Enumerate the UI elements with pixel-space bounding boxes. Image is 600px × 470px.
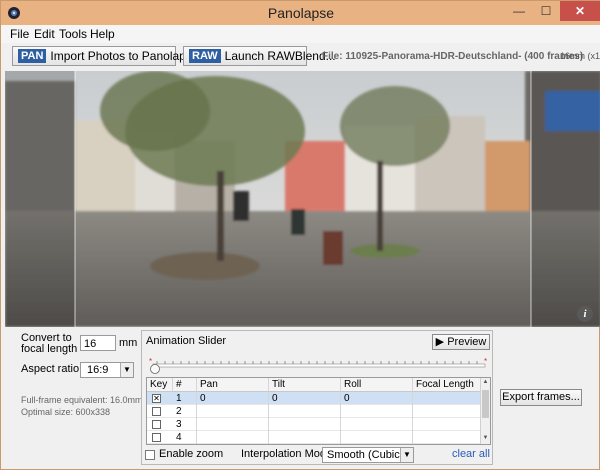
menu-tools[interactable]: Tools	[59, 27, 87, 41]
launch-rawblend-label: Launch RAWBlend...	[224, 49, 336, 63]
panorama-viewer[interactable]: i	[5, 71, 600, 327]
key-checkbox[interactable]	[152, 407, 161, 416]
table-scrollbar[interactable]: ▲ ▼	[480, 378, 490, 444]
keyframe-table: Key # Pan Tilt Roll Focal Length ✕ 1 0 0…	[146, 377, 491, 445]
title-bar[interactable]: Panolapse — ☐ ✕	[1, 1, 600, 25]
maximize-button[interactable]: ☐	[533, 1, 559, 21]
table-row[interactable]: ✕ 1 0 0 0	[147, 392, 482, 406]
row-pan[interactable]: 0	[197, 392, 269, 406]
aspect-ratio-select[interactable]: 16:9 ▼	[80, 362, 134, 378]
row-pan[interactable]	[197, 405, 269, 419]
row-tilt[interactable]	[269, 418, 341, 432]
row-number: 3	[173, 418, 197, 432]
row-pan[interactable]	[197, 418, 269, 432]
key-checkbox[interactable]	[152, 433, 161, 442]
launch-rawblend-button[interactable]: RAW Launch RAWBlend...	[183, 46, 336, 66]
import-photos-button[interactable]: PAN Import Photos to Panolapse...	[12, 46, 209, 66]
row-focal[interactable]	[413, 392, 482, 406]
table-row[interactable]: 2	[147, 405, 482, 419]
col-key[interactable]: Key	[147, 378, 173, 392]
enable-zoom-checkbox[interactable]	[145, 450, 155, 460]
row-number: 4	[173, 431, 197, 444]
col-roll[interactable]: Roll	[341, 378, 413, 392]
row-roll[interactable]	[341, 405, 413, 419]
focal-unit-label: mm	[119, 337, 138, 349]
fullframe-equivalent: Full-frame equivalent: 16.0mm	[21, 395, 143, 405]
row-roll[interactable]	[341, 431, 413, 444]
key-checkbox[interactable]: ✕	[152, 394, 161, 403]
row-roll[interactable]: 0	[341, 392, 413, 406]
row-number: 1	[173, 392, 197, 406]
size-info: 16mm (x1	[560, 51, 600, 61]
col-pan[interactable]: Pan	[197, 378, 269, 392]
preview-label: Preview	[447, 336, 487, 348]
chevron-down-icon: ▼	[400, 448, 413, 462]
close-button[interactable]: ✕	[560, 1, 600, 21]
animation-panel: Animation Slider ▶ Preview * * Key # Pan…	[141, 330, 493, 465]
col-focal-length[interactable]: Focal Length	[413, 378, 482, 392]
interpolation-select[interactable]: Smooth (Cubic) ▼	[322, 447, 414, 463]
enable-zoom-label: Enable zoom	[159, 448, 224, 460]
raw-badge: RAW	[189, 49, 221, 63]
scroll-thumb[interactable]	[482, 390, 489, 418]
minimize-button[interactable]: —	[506, 1, 532, 21]
row-number: 2	[173, 405, 197, 419]
row-tilt[interactable]: 0	[269, 392, 341, 406]
key-checkbox[interactable]	[152, 420, 161, 429]
clear-all-link[interactable]: clear all	[452, 448, 490, 460]
table-row[interactable]: 3	[147, 418, 482, 432]
aspect-ratio-value: 16:9	[87, 364, 109, 376]
start-marker: *	[149, 358, 152, 366]
toolbar: PAN Import Photos to Panolapse... RAW Laun…	[1, 43, 600, 71]
aspect-ratio-label: Aspect ratio	[21, 363, 80, 375]
file-info: File: 110925-Panorama-HDR-Deutschland- (…	[322, 51, 584, 62]
row-tilt[interactable]	[269, 405, 341, 419]
bottom-bar: Enable zoom Interpolation Mode: Smooth (…	[145, 447, 490, 463]
menu-file[interactable]: File	[10, 27, 29, 41]
app-window: Panolapse — ☐ ✕ File Edit Tools Help PAN…	[0, 0, 600, 470]
export-frames-button[interactable]: Export frames...	[500, 389, 582, 406]
preview-button[interactable]: ▶ Preview	[432, 334, 490, 350]
menu-help[interactable]: Help	[90, 27, 115, 41]
slider-thumb[interactable]	[150, 364, 160, 374]
focal-length-label-2: focal length	[21, 343, 78, 355]
menu-bar: File Edit Tools Help	[1, 25, 600, 43]
scroll-up-icon[interactable]: ▲	[482, 379, 489, 387]
row-tilt[interactable]	[269, 431, 341, 444]
row-roll[interactable]	[341, 418, 413, 432]
menu-edit[interactable]: Edit	[34, 27, 55, 41]
row-pan[interactable]	[197, 431, 269, 444]
panorama-image	[5, 71, 600, 327]
play-icon: ▶	[435, 336, 445, 348]
col-number[interactable]: #	[173, 378, 197, 392]
optimal-size: Optimal size: 600x338	[21, 407, 111, 417]
table-row[interactable]: 4	[147, 431, 482, 444]
animation-slider[interactable]: * *	[149, 358, 489, 374]
animation-slider-title: Animation Slider	[146, 335, 227, 347]
pan-badge: PAN	[18, 49, 47, 63]
focal-length-input[interactable]: 16	[80, 335, 116, 351]
chevron-down-icon: ▼	[120, 363, 133, 377]
info-icon[interactable]: i	[577, 306, 593, 322]
interpolation-value: Smooth (Cubic)	[327, 449, 404, 461]
scroll-down-icon[interactable]: ▼	[482, 435, 489, 443]
col-tilt[interactable]: Tilt	[269, 378, 341, 392]
